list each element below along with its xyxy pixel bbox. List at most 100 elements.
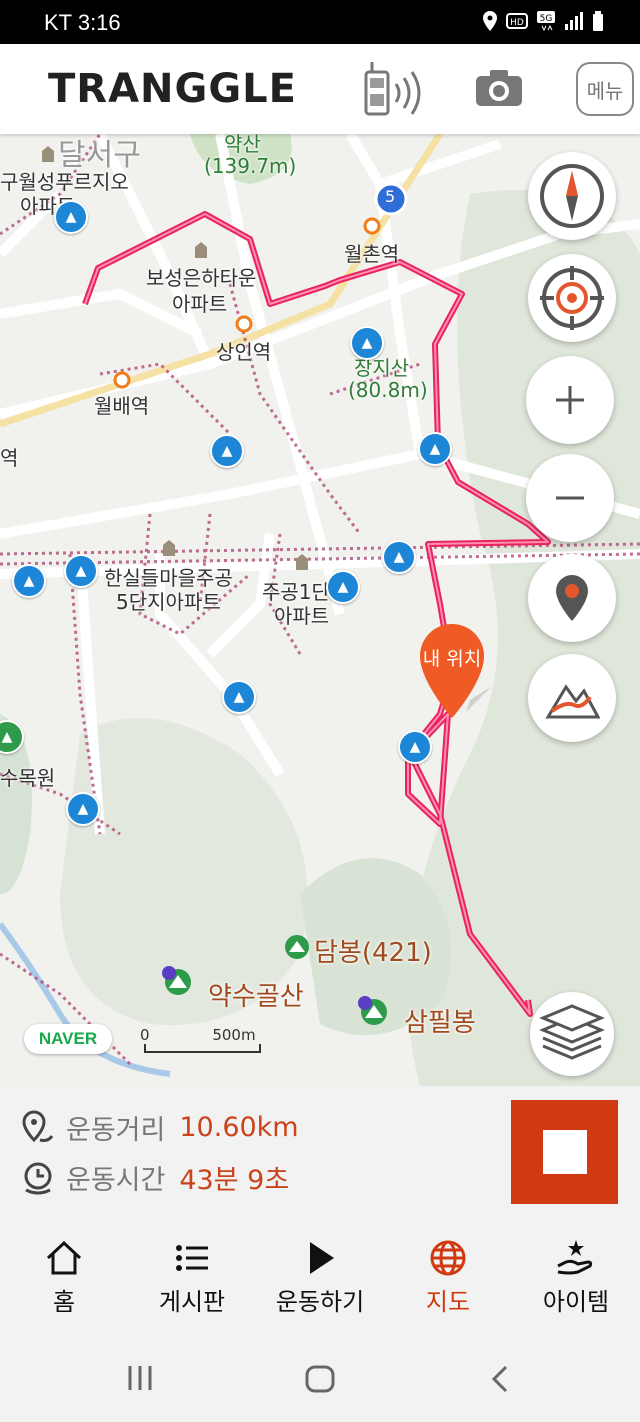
scale-zero: 0 bbox=[140, 1026, 150, 1044]
crosshair-icon bbox=[540, 266, 604, 330]
building-icon bbox=[42, 146, 54, 162]
system-nav-bar bbox=[0, 1330, 640, 1422]
time-value: 43분 9초 bbox=[179, 1165, 290, 1196]
map-view[interactable]: 5 달서구 약산 (139.7m) 구월성푸르지오 아파트 월촌역 보성은하타운… bbox=[0, 134, 640, 1086]
station-sangin-label: 상인역 bbox=[216, 340, 272, 364]
trail-poi-icon[interactable]: ▲ bbox=[66, 792, 100, 826]
nav-map-label: 지도 bbox=[425, 1288, 471, 1316]
station-wolbae-label: 월배역 bbox=[94, 394, 150, 418]
home-icon bbox=[46, 1240, 82, 1275]
apt-boseong-label-2: 아파트 bbox=[172, 292, 228, 316]
globe-icon bbox=[430, 1240, 466, 1276]
menu-button[interactable]: 메뉴 bbox=[576, 62, 634, 116]
home-button-icon[interactable] bbox=[304, 1364, 336, 1394]
place-marker-button[interactable] bbox=[528, 554, 616, 642]
plus-icon bbox=[556, 386, 584, 414]
apt-hansil-label-2: 5단지아파트 bbox=[116, 590, 221, 614]
hd-icon: HD bbox=[506, 13, 528, 29]
battery-icon bbox=[593, 11, 603, 31]
peak-jangji-height: (80.8m) bbox=[348, 378, 428, 402]
naver-logo: NAVER bbox=[24, 1024, 112, 1054]
time-row: 운동시간 43분 9초 bbox=[20, 1158, 289, 1197]
hand-star-icon bbox=[557, 1240, 593, 1275]
trail-poi-icon[interactable]: ▲ bbox=[326, 570, 360, 604]
nav-home-label: 홈 bbox=[52, 1288, 76, 1316]
peak-yakshan-height: (139.7m) bbox=[204, 154, 297, 178]
route-badge: 5 bbox=[385, 187, 396, 206]
zoom-out-button[interactable] bbox=[526, 454, 614, 542]
map-scale: 0 500m bbox=[140, 1026, 261, 1053]
stop-workout-button[interactable] bbox=[511, 1100, 618, 1204]
trail-poi-icon[interactable]: ▲ bbox=[398, 730, 432, 764]
mountain-graph-icon bbox=[545, 684, 600, 719]
trail-poi-icon[interactable]: ▲ bbox=[12, 564, 46, 598]
zoom-in-button[interactable] bbox=[526, 356, 614, 444]
trail-poi-icon[interactable]: ▲ bbox=[54, 200, 88, 234]
nav-home[interactable]: 홈 bbox=[0, 1220, 128, 1330]
nav-map[interactable]: 지도 bbox=[384, 1220, 512, 1330]
nav-board-label: 게시판 bbox=[158, 1288, 226, 1316]
app-logo: TRANGGLE bbox=[48, 66, 297, 112]
compass-button[interactable] bbox=[528, 152, 616, 240]
locate-me-button[interactable] bbox=[528, 254, 616, 342]
play-icon bbox=[310, 1242, 334, 1274]
nav-items-label: 아이템 bbox=[542, 1288, 610, 1316]
nav-board[interactable]: 게시판 bbox=[128, 1220, 256, 1330]
distance-label: 운동거리 bbox=[66, 1115, 166, 1146]
route-pin-icon bbox=[22, 1109, 54, 1142]
walkie-talkie-icon[interactable] bbox=[360, 62, 430, 118]
clock-icon bbox=[24, 1162, 52, 1194]
camera-icon[interactable] bbox=[474, 68, 524, 108]
scale-label: 500m bbox=[212, 1026, 256, 1044]
trail-poi-icon[interactable]: ▲ bbox=[350, 326, 384, 360]
status-icons: HD 5G bbox=[482, 10, 604, 32]
layers-button[interactable] bbox=[530, 992, 614, 1076]
apt-jugong-label-2: 아파트 bbox=[274, 604, 330, 628]
trail-poi-icon[interactable]: ▲ bbox=[418, 432, 452, 466]
compass-icon bbox=[540, 164, 604, 228]
elevation-button[interactable] bbox=[528, 654, 616, 742]
svg-text:5G: 5G bbox=[540, 14, 553, 24]
workout-stats-panel: 운동거리 10.60km 운동시간 43분 9초 bbox=[0, 1086, 640, 1221]
mountain-peak-icon[interactable] bbox=[356, 994, 388, 1026]
distance-row: 운동거리 10.60km bbox=[20, 1108, 299, 1147]
time-label: 운동시간 bbox=[66, 1165, 166, 1196]
app-bar: TRANGGLE 메뉴 bbox=[0, 44, 640, 134]
building-icon bbox=[195, 242, 207, 258]
list-icon bbox=[176, 1245, 208, 1271]
bottom-nav: 홈 게시판 운동하기 지도 아이템 bbox=[0, 1220, 640, 1330]
status-time: KT 3:16 bbox=[44, 10, 121, 35]
peak-dambong-label: 담봉(421) bbox=[314, 938, 432, 968]
nav-workout-label: 운동하기 bbox=[275, 1288, 365, 1316]
svg-text:HD: HD bbox=[510, 18, 524, 28]
peak-yaksugolsan-label: 약수골산 bbox=[208, 982, 304, 1012]
nav-workout[interactable]: 운동하기 bbox=[256, 1220, 384, 1330]
trail-poi-icon[interactable]: ▲ bbox=[64, 554, 98, 588]
map-pin-icon bbox=[556, 575, 588, 621]
signal-icon bbox=[565, 12, 583, 30]
back-icon[interactable] bbox=[488, 1364, 512, 1394]
trail-poi-icon[interactable]: ▲ bbox=[222, 680, 256, 714]
5g-icon: 5G bbox=[537, 11, 555, 32]
location-icon bbox=[483, 11, 497, 31]
mountain-peak-icon[interactable] bbox=[284, 934, 310, 960]
building-icon bbox=[163, 540, 175, 556]
nav-items[interactable]: 아이템 bbox=[512, 1220, 640, 1330]
arboretum-label: 수목원 bbox=[0, 766, 56, 790]
trail-poi-icon[interactable]: ▲ bbox=[382, 540, 416, 574]
mountain-peak-icon[interactable] bbox=[160, 964, 192, 996]
trail-poi-icon[interactable]: ▲ bbox=[210, 434, 244, 468]
my-location-pin-icon[interactable] bbox=[416, 620, 496, 730]
stop-icon bbox=[542, 1130, 587, 1174]
building-icon bbox=[296, 554, 308, 570]
recent-apps-icon[interactable] bbox=[126, 1364, 156, 1392]
peak-sampilbong-label: 삼필봉 bbox=[404, 1008, 476, 1038]
my-location-label: 내 위치 bbox=[422, 648, 482, 670]
station-partial-label: 역 bbox=[0, 446, 19, 470]
status-bar: KT 3:16 HD 5G bbox=[0, 0, 640, 44]
scale-bar bbox=[144, 1044, 261, 1053]
minus-icon bbox=[556, 496, 584, 500]
apt-boseong-label: 보성은하타운 bbox=[146, 266, 257, 290]
distance-value: 10.60km bbox=[179, 1112, 299, 1143]
layers-icon bbox=[539, 1004, 605, 1060]
